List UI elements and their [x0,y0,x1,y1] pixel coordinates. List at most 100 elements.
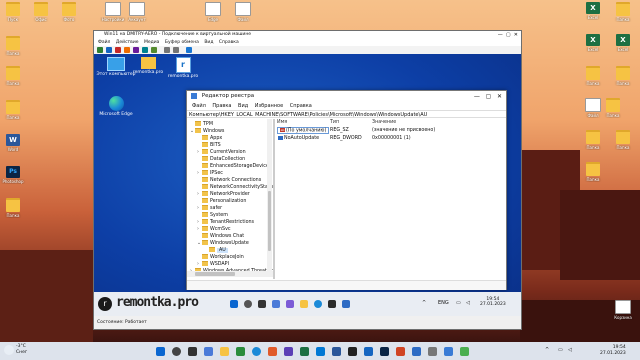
app-icon[interactable] [236,347,245,356]
volume-icon[interactable]: ◁ [466,300,470,306]
checkpoint-icon[interactable] [164,47,170,53]
tree-item[interactable]: BITS [197,142,221,149]
vm-menu-file[interactable]: Файл [98,40,110,45]
tree-item[interactable]: Network Connections [197,177,261,184]
tree-item[interactable]: AU [204,247,228,254]
host-desktop-icon[interactable]: Папка [0,198,26,218]
regedit-menu-file[interactable]: Файл [192,103,206,109]
regedit-menu-favorites[interactable]: Избранное [255,103,283,109]
value-row[interactable]: ab (По умолчанию) REG_SZ (значение не при… [277,127,502,134]
host-desktop-icon[interactable]: Папка [580,162,606,182]
tree-item[interactable]: › WcmSvc [197,226,231,233]
remontka-user-folder-icon[interactable]: remontka.pro [128,57,168,75]
maximize-icon[interactable]: ▢ [506,32,511,38]
enhanced-session-icon[interactable] [186,47,192,53]
regedit-taskbar-icon[interactable] [342,300,350,308]
reset-icon[interactable] [151,47,157,53]
host-desktop-icon[interactable]: Папка [0,100,26,120]
vm-menu-clipboard[interactable]: Буфер обмена [165,40,199,45]
host-desktop-icon[interactable]: Файл [580,98,606,118]
maximize-icon[interactable]: ▢ [486,93,492,100]
remontka-file-icon[interactable]: r remontka.pro [163,57,203,79]
host-desktop-icon[interactable]: X Excel [610,34,636,52]
host-desktop-icon[interactable]: Корзина [610,300,636,320]
search-icon[interactable] [172,347,181,356]
revert-icon[interactable] [173,47,179,53]
tree-vertical-scroll-thumb[interactable] [268,191,271,251]
tree-item[interactable]: System [197,212,228,219]
weather-icon[interactable] [4,345,14,355]
minimize-icon[interactable]: — [498,32,503,38]
volume-icon[interactable]: ◁ [568,347,572,353]
tree-item[interactable]: TPM [190,121,213,128]
app-icon[interactable] [412,347,421,356]
host-desktop-icon[interactable]: Папка [610,130,636,150]
task-view-icon[interactable] [188,347,197,356]
minimize-icon[interactable]: — [474,93,480,100]
guest-clock[interactable]: 19:54 27.01.2023 [480,297,506,307]
host-desktop-icon[interactable]: Ps Photoshop [0,166,26,184]
host-desktop-icon[interactable]: Папка [610,2,636,22]
regedit-address-bar[interactable]: Компьютер\HKEY_LOCAL_MACHINE\SOFTWARE\Po… [187,110,506,118]
column-header-type[interactable]: Тип [330,119,339,126]
photoshop-taskbar-icon[interactable] [380,347,389,356]
tree-item[interactable]: NetworkConnectivityStatusI [197,184,273,191]
tree-item[interactable]: ⌄ WindowsUpdate [197,240,249,247]
excel-taskbar-icon[interactable] [300,347,309,356]
widgets-icon[interactable] [204,347,213,356]
app-icon[interactable] [284,347,293,356]
host-desktop-icon[interactable]: Аккаунт [124,2,150,22]
tree-item[interactable]: › CurrentVersion [197,149,246,156]
vm-menu-media[interactable]: Медиа [144,40,159,45]
hyperv-icon[interactable] [364,347,373,356]
weather-widget[interactable]: -3°C Снег [16,344,27,356]
regedit-menu-edit[interactable]: Правка [212,103,231,109]
host-desktop-icon[interactable]: Папка [610,66,636,86]
search-icon[interactable] [244,300,252,308]
regedit-taskbar-icon[interactable] [444,347,453,356]
app-icon[interactable] [460,347,469,356]
vm-menu-view[interactable]: Вид [204,40,213,45]
start-icon[interactable] [106,47,112,53]
tree-item[interactable]: EnhancedStorageDevices [197,163,271,170]
app-icon[interactable] [396,347,405,356]
vm-title-bar[interactable]: Win11 на DMITRY-AERO - Подключение к вир… [94,31,521,39]
word-taskbar-icon[interactable] [332,347,341,356]
tree-item[interactable]: › TenantRestrictions [197,219,254,226]
value-row[interactable]: NoAutoUpdate REG_DWORD 0x00000001 (1) [277,135,502,142]
host-clock[interactable]: 19:54 27.01.2023 [600,345,626,357]
host-desktop-icon[interactable]: X Excel [580,34,606,52]
host-desktop-icon[interactable]: Файл [230,2,256,22]
host-desktop-icon[interactable]: Папка [0,66,26,86]
regedit-menu-help[interactable]: Справка [290,103,312,109]
edge-taskbar-icon[interactable] [314,300,322,308]
host-desktop-icon[interactable]: W Word [0,134,26,152]
regedit-menu-view[interactable]: Вид [238,103,248,109]
tree-item[interactable]: › WSDAPI [197,261,229,268]
host-desktop-icon[interactable]: Настройки [100,2,126,22]
network-icon[interactable]: ▭ [558,347,563,353]
network-icon[interactable]: ▭ [456,300,461,306]
tree-item[interactable]: › safer [197,205,222,212]
windows-start-icon[interactable] [156,347,165,356]
tree-item[interactable]: DataCollection [197,156,245,163]
host-desktop-icon[interactable]: Папка [580,66,606,86]
host-desktop-icon[interactable]: X Excel [580,2,606,20]
host-desktop-icon[interactable]: Edge [200,2,226,22]
pause-icon[interactable] [142,47,148,53]
chat-icon[interactable] [286,300,294,308]
save-icon[interactable] [133,47,139,53]
column-header-value[interactable]: Значение [372,119,396,126]
vm-menu-action[interactable]: Действие [116,40,139,45]
tree-horizontal-scroll-thumb[interactable] [195,272,235,276]
close-icon[interactable]: ✕ [497,93,502,100]
ctrl-alt-del-icon[interactable] [97,47,103,53]
widgets-icon[interactable] [272,300,280,308]
shutdown-icon[interactable] [124,47,130,53]
windows-start-icon[interactable] [230,300,238,308]
regedit-title-bar[interactable]: Редактор реестра — ▢ ✕ [187,91,506,102]
store-icon[interactable] [328,300,336,308]
terminal-icon[interactable] [348,347,357,356]
host-desktop-icon[interactable]: Офис [28,2,54,22]
chevron-up-icon[interactable]: ^ [422,300,426,306]
